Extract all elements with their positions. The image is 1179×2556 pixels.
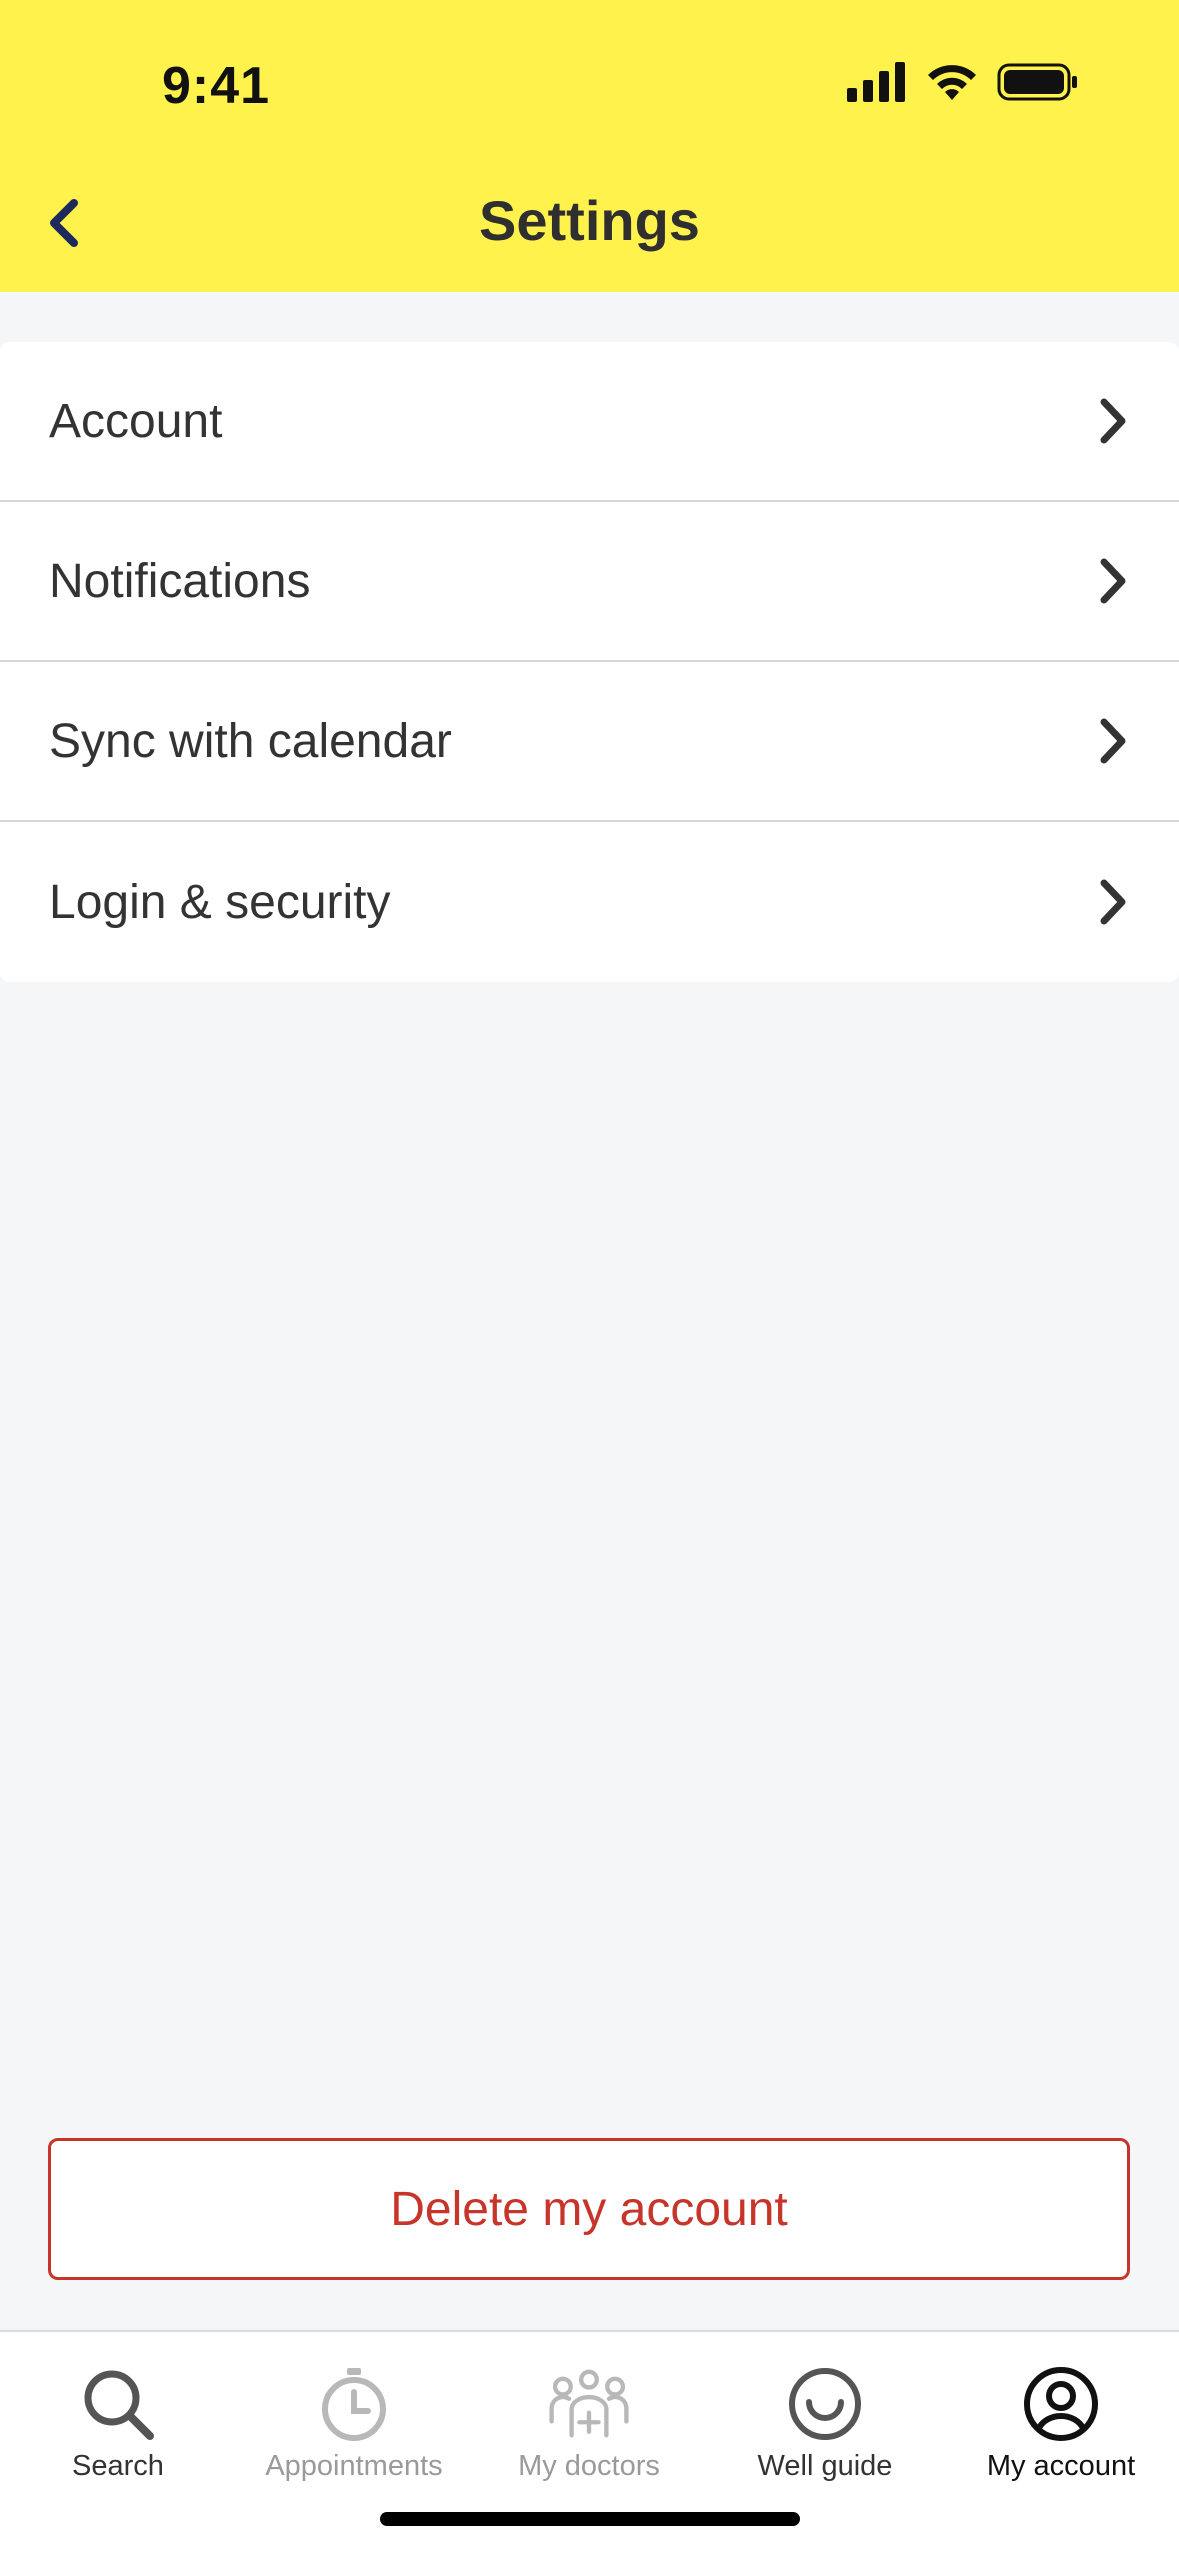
cellular-signal-icon — [847, 62, 907, 107]
chevron-right-icon — [1091, 874, 1135, 930]
tab-my-account[interactable]: My account — [943, 2364, 1179, 2514]
chevron-right-icon — [1091, 393, 1135, 449]
tab-appointments[interactable]: Appointments — [236, 2364, 472, 2514]
settings-item-login-security[interactable]: Login & security — [0, 822, 1179, 982]
delete-account-button[interactable]: Delete my account — [48, 2138, 1130, 2280]
search-icon — [78, 2364, 158, 2444]
status-icons — [847, 62, 1079, 107]
wifi-icon — [925, 62, 979, 107]
settings-item-notifications[interactable]: Notifications — [0, 502, 1179, 662]
settings-list: Account Notifications Sync with calendar… — [0, 342, 1179, 982]
chevron-right-icon — [1091, 553, 1135, 609]
page-title: Settings — [479, 189, 700, 252]
status-time: 9:41 — [162, 57, 271, 115]
tab-my-doctors[interactable]: My doctors — [471, 2364, 707, 2514]
chevron-right-icon — [1091, 713, 1135, 769]
settings-item-label: Account — [49, 394, 223, 448]
settings-screen: 9:41 Settings Account Notifications Sync… — [0, 0, 1179, 2556]
doctors-group-icon — [549, 2364, 629, 2444]
settings-item-sync-calendar[interactable]: Sync with calendar — [0, 662, 1179, 822]
tab-label: Appointments — [265, 2450, 443, 2482]
tab-well-guide[interactable]: Well guide — [707, 2364, 943, 2514]
tab-label: My doctors — [518, 2450, 660, 2482]
home-indicator — [380, 2512, 800, 2526]
settings-item-account[interactable]: Account — [0, 342, 1179, 502]
tab-label: Well guide — [757, 2450, 893, 2482]
settings-item-label: Sync with calendar — [49, 714, 452, 768]
settings-item-label: Notifications — [49, 554, 311, 608]
header: 9:41 Settings — [0, 0, 1179, 292]
battery-icon — [997, 62, 1079, 107]
tab-label: My account — [986, 2450, 1136, 2482]
smile-icon — [785, 2364, 865, 2444]
stopwatch-icon — [314, 2364, 394, 2444]
account-icon — [1021, 2364, 1101, 2444]
tab-search[interactable]: Search — [0, 2364, 236, 2514]
tab-label: Search — [72, 2450, 164, 2482]
settings-item-label: Login & security — [49, 875, 391, 929]
